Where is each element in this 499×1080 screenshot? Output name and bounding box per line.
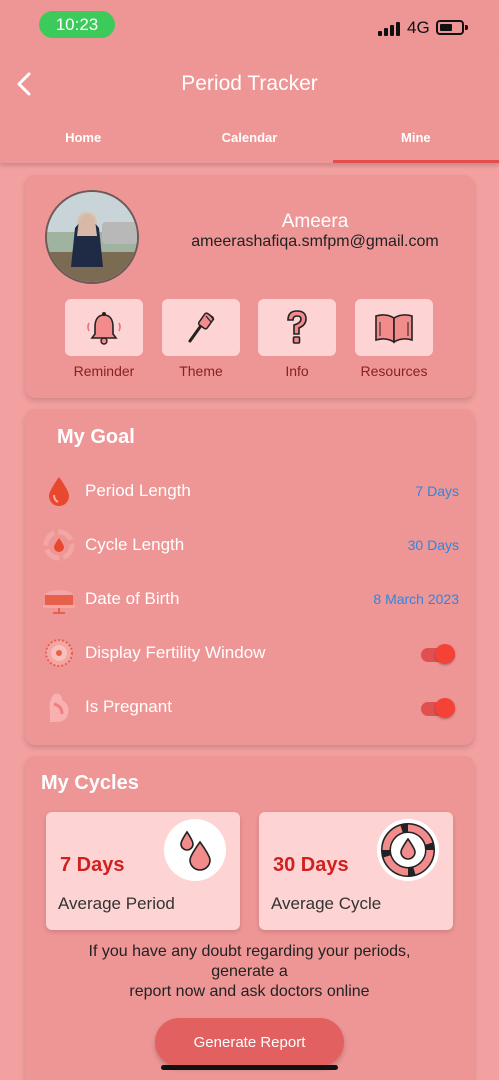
period-length-label: Period Length [85,481,191,500]
fertility-window-row: Display Fertility Window [41,633,459,673]
average-cycle-card: 30 Days Average Cycle [259,812,453,930]
average-period-value: 7 Days [60,854,125,876]
average-period-label: Average Period [58,894,175,913]
status-bar: 10:23 4G [0,0,499,50]
profile-email: ameerashafiqa.smfpm@gmail.com [191,233,439,250]
cycle-arrows-icon [377,819,439,881]
goal-card: My Goal Period Length 7 Days Cycle Lengt… [25,409,474,745]
date-of-birth-label: Date of Birth [85,589,180,608]
is-pregnant-row: Is Pregnant [41,687,459,727]
resources-label: Resources [360,363,428,379]
fertility-window-label: Display Fertility Window [85,643,266,662]
fertility-window-toggle[interactable] [421,643,459,664]
bell-icon [87,311,121,345]
cycles-title: My Cycles [41,772,139,794]
reminder-label: Reminder [73,363,135,379]
date-of-birth-row[interactable]: Date of Birth 8 March 2023 [41,579,459,619]
blood-drop-icon [49,477,69,506]
app-bar: Period Tracker Home Calendar Mine [0,50,499,163]
pregnant-icon [49,693,69,722]
cycle-length-row[interactable]: Cycle Length 30 Days [41,525,459,565]
period-length-value: 7 Days [415,483,459,499]
cycle-length-value: 30 Days [407,537,459,553]
fertility-icon [45,639,73,667]
reminder-button[interactable]: Reminder [64,299,144,379]
theme-label: Theme [179,363,223,379]
paintbrush-icon [188,311,215,342]
question-icon [287,309,307,344]
tab-calendar[interactable]: Calendar [166,124,332,163]
date-of-birth-value: 8 March 2023 [373,591,459,607]
generate-report-button[interactable]: Generate Report [155,1018,344,1066]
resources-button[interactable]: Resources [354,299,434,379]
tab-bar: Home Calendar Mine [0,124,499,163]
average-cycle-value: 30 Days [273,854,349,876]
network-label: 4G [407,18,430,37]
profile-name: Ameera [281,211,349,232]
avatar[interactable] [45,190,139,284]
period-length-row[interactable]: Period Length 7 Days [41,471,459,511]
signal-icon [378,22,400,36]
theme-button[interactable]: Theme [161,299,241,379]
is-pregnant-label: Is Pregnant [85,697,172,716]
report-note: If you have any doubt regarding your per… [45,942,454,1002]
report-note-line-1: If you have any doubt regarding your per… [88,943,411,960]
home-indicator [161,1065,338,1070]
cycles-card: My Cycles 7 Days Average Period 30 Days … [25,756,474,1080]
report-note-line-2: generate a [211,963,288,980]
book-icon [375,313,413,343]
info-label: Info [285,363,309,379]
battery-icon [436,20,468,35]
report-note-line-3: report now and ask doctors online [129,983,370,1000]
cake-icon [43,590,75,614]
status-time: 10:23 [39,11,115,38]
page-title: Period Tracker [181,72,318,95]
cycle-length-label: Cycle Length [85,535,185,554]
goal-title: My Goal [57,426,135,448]
average-cycle-label: Average Cycle [271,894,382,913]
tab-mine[interactable]: Mine [332,124,499,163]
average-period-card: 7 Days Average Period [46,812,240,930]
is-pregnant-toggle[interactable] [421,697,459,718]
profile-card: Ameera ameerashafiqa.smfpm@gmail.com Rem… [25,175,474,398]
drops-icon [164,819,226,881]
info-button[interactable]: Info [257,299,337,379]
cycle-icon [43,529,75,561]
tab-home[interactable]: Home [0,124,166,163]
